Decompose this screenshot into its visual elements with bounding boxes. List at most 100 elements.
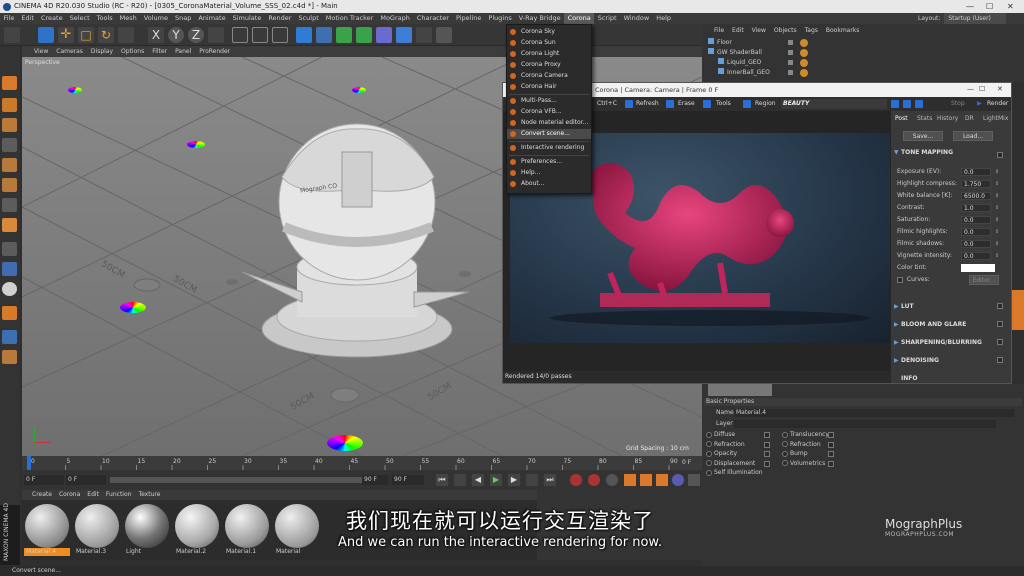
section-checkbox[interactable] <box>997 321 1003 327</box>
cube-icon[interactable] <box>296 27 312 43</box>
menu-volume[interactable]: Volume <box>140 13 171 24</box>
object-menu-tags[interactable]: Tags <box>805 27 818 34</box>
min-frame-field[interactable]: 0 F <box>66 475 106 485</box>
viewport-menu-view[interactable]: View <box>34 48 48 55</box>
viewport-menu-filter[interactable]: Filter <box>152 48 167 55</box>
tools-button[interactable]: Tools <box>716 97 731 111</box>
render-view-icon[interactable] <box>232 27 248 43</box>
lock-workplane-icon[interactable] <box>2 350 17 364</box>
grid-icon[interactable] <box>2 330 17 344</box>
channel-checkbox[interactable] <box>828 432 834 438</box>
menu-pipeline[interactable]: Pipeline <box>452 13 484 24</box>
max-frame-field[interactable]: 90 F <box>362 475 388 485</box>
vfb-section[interactable]: ▶ LUT <box>893 301 1007 312</box>
channel-checkbox[interactable] <box>764 441 770 448</box>
menu-window[interactable]: Window <box>620 13 653 24</box>
menu-corona[interactable]: Corona <box>564 13 595 24</box>
channel-radio[interactable] <box>706 431 712 438</box>
menu-snap[interactable]: Snap <box>171 13 194 24</box>
param-value-field[interactable]: 1.750 <box>961 180 991 188</box>
viewport-menu-prorender[interactable]: ProRender <box>199 48 230 55</box>
layout-selector[interactable]: Layout: Startup (User) <box>918 13 1007 24</box>
frame-range-slider[interactable] <box>110 477 380 483</box>
render-picture-viewer-icon[interactable] <box>252 27 268 43</box>
zoom-out-icon[interactable] <box>903 100 911 108</box>
object-menu-edit[interactable]: Edit <box>732 27 744 34</box>
visibility-icon[interactable] <box>788 50 793 55</box>
param-value-field[interactable]: 0.0 <box>961 228 991 236</box>
menu-edit[interactable]: Edit <box>18 13 38 24</box>
rotation-key-icon[interactable] <box>656 474 668 486</box>
scale-key-icon[interactable] <box>640 474 652 486</box>
corona-menu-item[interactable]: Help... <box>507 168 591 178</box>
x-axis-lock-icon[interactable]: X <box>148 27 164 43</box>
object-menu-objects[interactable]: Objects <box>774 27 797 34</box>
edge-mode-icon[interactable] <box>2 198 17 212</box>
menu-script[interactable]: Script <box>594 13 620 24</box>
tone-mapping-section[interactable]: ▼ TONE MAPPING <box>893 147 1007 158</box>
corona-menu-item[interactable]: Corona VFB... <box>507 107 591 117</box>
visibility-icon[interactable] <box>788 70 793 75</box>
corona-menu-item[interactable]: Multi-Pass... <box>507 96 591 106</box>
go-to-start-icon[interactable]: ⏮ <box>436 474 448 486</box>
tools-icon[interactable] <box>703 100 711 108</box>
make-editable-icon[interactable] <box>2 76 17 90</box>
object-row[interactable]: InnerBall_GEO <box>704 68 1020 78</box>
material-tag-icon[interactable] <box>800 59 808 67</box>
channel-checkbox[interactable] <box>764 432 770 438</box>
section-checkbox[interactable] <box>997 303 1003 309</box>
vfb-tab-post[interactable]: Post <box>895 113 908 125</box>
close-button[interactable]: ✕ <box>1007 0 1014 13</box>
corona-menu-item[interactable]: Corona Hair <box>507 82 591 92</box>
vfb-section[interactable]: ▶ BLOOM AND GLARE <box>893 319 1007 330</box>
camera-icon[interactable] <box>416 27 432 43</box>
vfb-section[interactable]: INFO <box>893 373 1007 384</box>
menu-simulate[interactable]: Simulate <box>229 13 265 24</box>
viewport-menu-display[interactable]: Display <box>91 48 113 55</box>
tone-mapping-checkbox[interactable] <box>997 149 1005 160</box>
scale-icon[interactable]: □ <box>78 27 94 43</box>
keyframe-selection-icon[interactable] <box>606 474 618 486</box>
menu-create[interactable]: Create <box>37 13 66 24</box>
previous-key-icon[interactable] <box>454 474 466 486</box>
render-button[interactable]: Render <box>987 97 1008 111</box>
menu-mograph[interactable]: MoGraph <box>377 13 414 24</box>
recent-tool-icon[interactable] <box>118 27 134 43</box>
axis-icon[interactable] <box>2 242 17 256</box>
material-thumbnail[interactable]: Material.4 <box>24 504 70 558</box>
render-settings-icon[interactable] <box>272 27 288 43</box>
material-menu-edit[interactable]: Edit <box>87 491 99 498</box>
spinner-icon[interactable]: ⇕ <box>995 239 999 249</box>
move-icon[interactable]: ✛ <box>58 27 74 43</box>
workplane-icon[interactable] <box>2 118 17 132</box>
menu-sculpt[interactable]: Sculpt <box>295 13 322 24</box>
spinner-icon[interactable]: ⇕ <box>995 203 999 213</box>
position-key-icon[interactable] <box>624 474 636 486</box>
channel-radio[interactable] <box>706 469 712 476</box>
parameter-key-icon[interactable] <box>672 474 684 486</box>
maximize-button[interactable]: ☐ <box>986 0 993 13</box>
section-checkbox[interactable] <box>997 339 1003 345</box>
menu-render[interactable]: Render <box>265 13 295 24</box>
z-axis-lock-icon[interactable]: Z <box>188 27 204 43</box>
pla-key-icon[interactable] <box>688 474 700 486</box>
object-row[interactable]: Liquid_GEO <box>704 58 1020 68</box>
menu-help[interactable]: Help <box>653 13 675 24</box>
menu-mesh[interactable]: Mesh <box>116 13 140 24</box>
channel-radio[interactable] <box>782 450 788 457</box>
minimize-button[interactable]: — <box>966 0 974 13</box>
record-icon[interactable] <box>570 474 582 486</box>
vfb-tab-lightmix[interactable]: LightMix <box>983 113 1008 125</box>
vfb-close-button[interactable]: ✕ <box>997 85 1003 93</box>
spinner-icon[interactable]: ⇕ <box>995 251 999 261</box>
vfb-section[interactable]: ▶ SHARPENING/BLURRING <box>893 337 1007 348</box>
material-menu-function[interactable]: Function <box>106 491 132 498</box>
layout-value[interactable]: Startup (User) <box>944 13 1007 24</box>
material-thumbnail[interactable]: Material.3 <box>74 504 120 558</box>
material-menu-corona[interactable]: Corona <box>59 491 80 498</box>
corona-menu-item[interactable]: Corona Proxy <box>507 60 591 70</box>
object-mode-icon[interactable] <box>2 158 17 172</box>
material-tag-icon[interactable] <box>800 69 808 77</box>
region-button[interactable]: Region <box>755 97 776 111</box>
corona-menu-item[interactable]: Interactive rendering <box>507 143 591 153</box>
